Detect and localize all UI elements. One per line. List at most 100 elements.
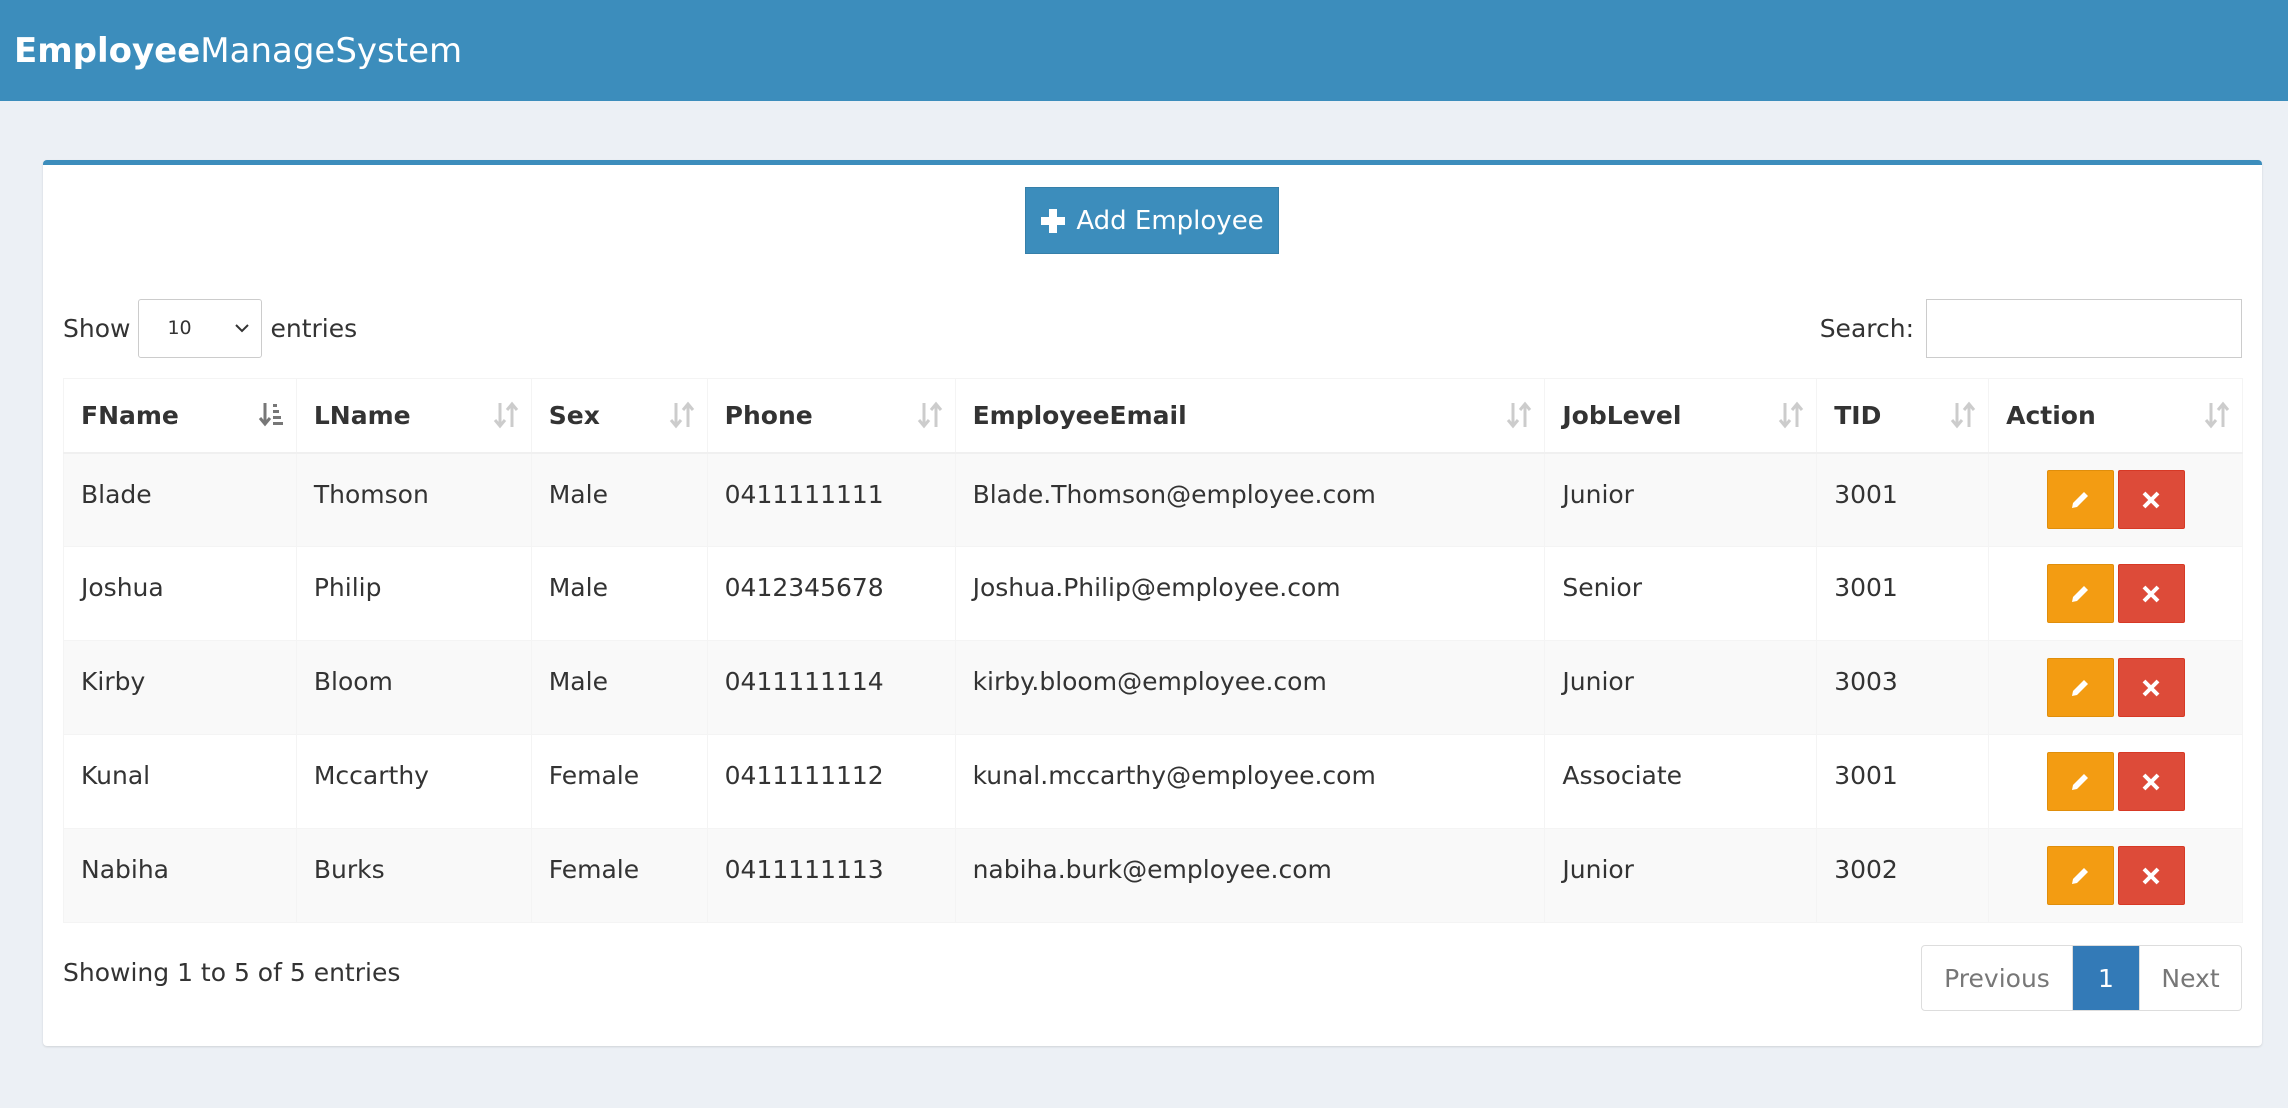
- cell-sex: Female: [530, 828, 708, 923]
- cell-tid: 3002: [1816, 828, 1990, 923]
- table-body: Blade Thomson Male 0411111111 Blade.Thomson@…: [63, 452, 2243, 923]
- cell-phone: 0411111111: [706, 452, 956, 547]
- column-header-label: EmployeeEmail: [972, 400, 1187, 430]
- column-header-employeeemail[interactable]: EmployeeEmail: [954, 378, 1546, 454]
- pencil-icon: [2072, 773, 2089, 790]
- column-header-label: Sex: [548, 400, 600, 430]
- entries-select-value: 10: [167, 317, 192, 339]
- edit-button[interactable]: [2046, 658, 2114, 717]
- edit-button[interactable]: [2046, 564, 2114, 623]
- close-icon: [2142, 867, 2160, 884]
- chevron-down-icon: [235, 324, 250, 333]
- cell-joblevel: Junior: [1544, 640, 1818, 735]
- close-icon: [2142, 491, 2160, 509]
- cell-action: [1988, 452, 2243, 547]
- pencil-icon: [2072, 491, 2089, 508]
- cell-fname: Nabiha: [63, 828, 297, 923]
- app-title-bold: Employee: [14, 30, 201, 71]
- column-header-action[interactable]: Action: [1988, 378, 2243, 454]
- edit-button[interactable]: [2046, 470, 2114, 530]
- delete-button[interactable]: [2117, 470, 2185, 530]
- cell-lname: Bloom: [295, 640, 532, 735]
- sort-icon: [917, 401, 943, 429]
- cell-tid: 3001: [1816, 452, 1990, 547]
- length-prefix: Show: [63, 313, 131, 343]
- close-icon: [2142, 773, 2160, 790]
- column-header-phone[interactable]: Phone: [706, 378, 956, 454]
- search-label: Search:: [1819, 313, 1914, 343]
- search-area: Search:: [1820, 298, 2242, 358]
- cell-sex: Male: [530, 640, 708, 735]
- column-header-label: TID: [1834, 400, 1882, 430]
- cell-phone: 0411111114: [706, 640, 956, 735]
- cell-phone: 0411111112: [706, 734, 956, 829]
- table-header-row: FName LName Sex Phone EmployeeEmail JobLevel T…: [63, 378, 2243, 454]
- column-header-label: Phone: [724, 400, 813, 430]
- cell-lname: Philip: [295, 546, 532, 641]
- close-icon: [2142, 679, 2160, 696]
- cell-action: [1988, 546, 2243, 641]
- pencil-icon: [2072, 867, 2089, 884]
- cell-employeeemail: kirby.bloom@employee.com: [954, 640, 1546, 735]
- column-header-label: FName: [81, 400, 179, 430]
- app-title[interactable]: EmployeeManageSystem: [14, 31, 462, 71]
- cell-sex: Male: [530, 452, 708, 547]
- cell-lname: Burks: [295, 828, 532, 923]
- cell-action: [1988, 734, 2243, 829]
- column-header-label: Action: [2006, 400, 2096, 430]
- cell-joblevel: Junior: [1544, 452, 1818, 547]
- page-1-button[interactable]: 1: [2073, 946, 2139, 1010]
- sort-icon: [493, 401, 519, 429]
- cell-lname: Mccarthy: [295, 734, 532, 829]
- cell-phone: 0411111113: [706, 828, 956, 923]
- column-header-fname[interactable]: FName: [63, 378, 297, 454]
- search-input[interactable]: [1926, 298, 2242, 358]
- previous-page-button[interactable]: Previous: [1922, 946, 2073, 1010]
- next-page-button[interactable]: Next: [2139, 946, 2241, 1010]
- cell-tid: 3001: [1816, 734, 1990, 829]
- close-icon: [2142, 585, 2160, 602]
- entries-select[interactable]: 10: [138, 298, 263, 358]
- column-header-joblevel[interactable]: JobLevel: [1544, 378, 1818, 454]
- cell-fname: Kunal: [63, 734, 297, 829]
- table-info: Showing 1 to 5 of 5 entries: [63, 958, 401, 987]
- sort-icon: [1950, 401, 1976, 429]
- cell-lname: Thomson: [295, 452, 532, 547]
- delete-button[interactable]: [2117, 564, 2185, 623]
- cell-sex: Male: [530, 546, 708, 641]
- delete-button[interactable]: [2117, 752, 2185, 811]
- app-title-rest: ManageSystem: [200, 30, 463, 71]
- cell-sex: Female: [530, 734, 708, 829]
- cell-employeeemail: nabiha.burk@employee.com: [954, 828, 1546, 923]
- cell-employeeemail: Blade.Thomson@employee.com: [954, 452, 1546, 547]
- employee-table: FName LName Sex Phone EmployeeEmail JobLevel T…: [63, 378, 2243, 923]
- cell-fname: Blade: [63, 452, 297, 547]
- employee-panel: Add Employee Show 10 entries Search: FNa…: [43, 160, 2262, 1046]
- table-row: Joshua Philip Male 0412345678 Joshua.Philip@…: [63, 546, 2243, 641]
- add-employee-label: Add Employee: [1076, 205, 1264, 236]
- cell-tid: 3001: [1816, 546, 1990, 641]
- pencil-icon: [2072, 679, 2089, 696]
- cell-action: [1988, 640, 2243, 735]
- table-row: Kirby Bloom Male 0411111114 kirby.bloom@empl…: [63, 640, 2243, 735]
- cell-action: [1988, 828, 2243, 923]
- cell-fname: Joshua: [63, 546, 297, 641]
- cell-joblevel: Junior: [1544, 828, 1818, 923]
- add-employee-button[interactable]: Add Employee: [1025, 187, 1279, 254]
- column-header-sex[interactable]: Sex: [530, 378, 708, 454]
- delete-button[interactable]: [2117, 658, 2185, 717]
- edit-button[interactable]: [2046, 846, 2114, 905]
- table-row: Kunal Mccarthy Female 0411111112 kunal.mccar…: [63, 734, 2243, 829]
- plus-icon: [1041, 208, 1066, 233]
- edit-button[interactable]: [2046, 752, 2114, 811]
- table-row: Blade Thomson Male 0411111111 Blade.Thomson@…: [63, 452, 2243, 547]
- top-navbar: EmployeeManageSystem: [0, 0, 2288, 101]
- column-header-label: JobLevel: [1562, 400, 1682, 430]
- column-header-tid[interactable]: TID: [1816, 378, 1990, 454]
- column-header-lname[interactable]: LName: [295, 378, 532, 454]
- cell-joblevel: Senior: [1544, 546, 1818, 641]
- cell-employeeemail: kunal.mccarthy@employee.com: [954, 734, 1546, 829]
- cell-employeeemail: Joshua.Philip@employee.com: [954, 546, 1546, 641]
- sort-asc-icon: [258, 401, 284, 429]
- delete-button[interactable]: [2117, 846, 2185, 905]
